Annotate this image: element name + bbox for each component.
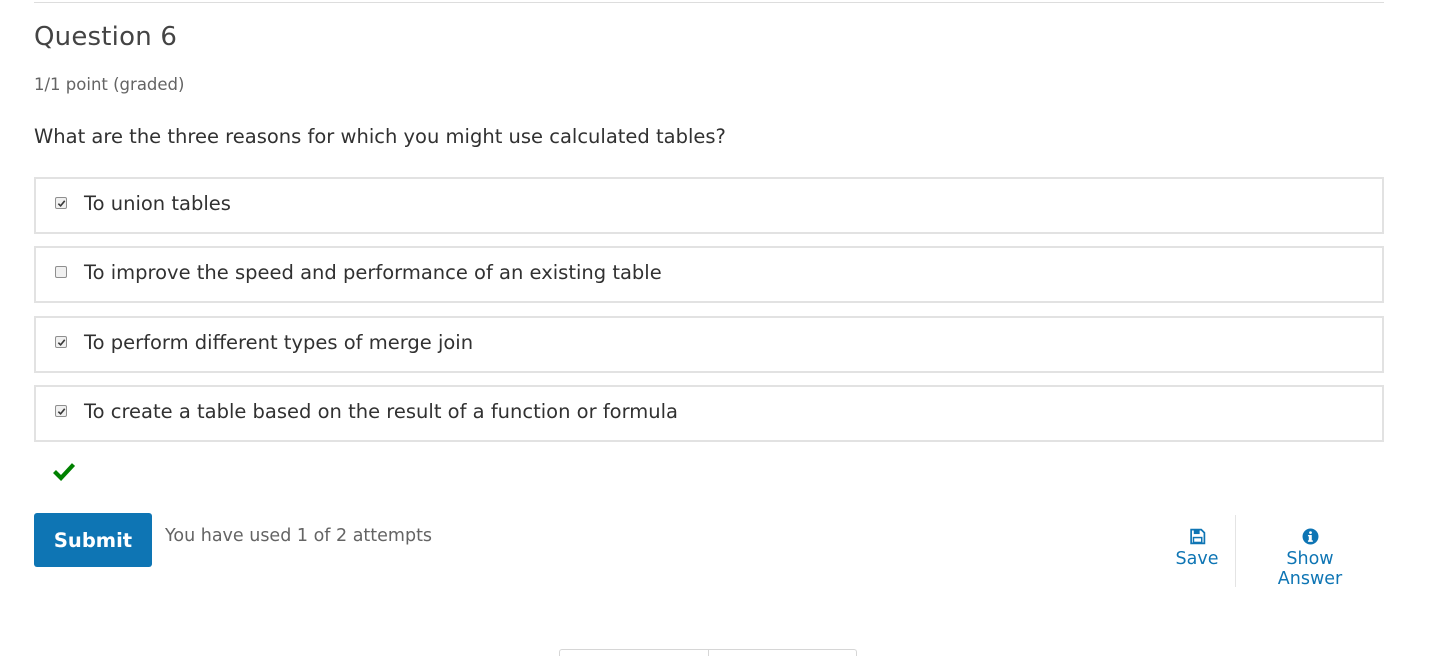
save-button[interactable]: Save: [1172, 528, 1222, 569]
bottom-nav-divider: [708, 650, 709, 656]
top-divider: [34, 2, 1384, 3]
choice-label: To improve the speed and performance of …: [84, 261, 662, 284]
checkbox-check-icon: [57, 408, 66, 416]
show-answer-button[interactable]: Show Answer: [1252, 528, 1368, 589]
question-points: 1/1 point (graded): [34, 75, 185, 94]
choice-option[interactable]: To perform different types of merge join: [34, 316, 1384, 373]
attempts-text: You have used 1 of 2 attempts: [165, 526, 433, 546]
floppy-disk-icon: [1189, 528, 1205, 545]
checkbox-check-icon: [57, 200, 66, 208]
choice-label: To union tables: [84, 192, 231, 215]
choice-checkbox[interactable]: [55, 197, 67, 209]
choice-checkbox[interactable]: [55, 405, 67, 417]
choice-label: To create a table based on the result of…: [84, 400, 679, 423]
choice-option[interactable]: To union tables: [34, 177, 1384, 234]
checkmark-icon: [53, 463, 75, 481]
submit-button[interactable]: Submit: [34, 513, 152, 567]
question-prompt: What are the three reasons for which you…: [34, 125, 726, 148]
choice-option[interactable]: To create a table based on the result of…: [34, 385, 1384, 442]
choice-checkbox[interactable]: [55, 336, 67, 348]
choice-label: To perform different types of merge join: [84, 331, 474, 354]
problem-page: Question 6 1/1 point (graded) What are t…: [0, 0, 1443, 656]
bottom-navigation[interactable]: [559, 649, 857, 656]
info-circle-icon: [1302, 528, 1318, 545]
checkbox-check-icon: [57, 339, 66, 347]
choice-checkbox[interactable]: [55, 266, 67, 278]
choice-option[interactable]: To improve the speed and performance of …: [34, 246, 1384, 303]
question-title: Question 6: [34, 22, 178, 52]
save-label: Save: [1175, 549, 1219, 569]
show-answer-label: Show Answer: [1277, 549, 1343, 589]
action-divider: [1235, 515, 1236, 587]
